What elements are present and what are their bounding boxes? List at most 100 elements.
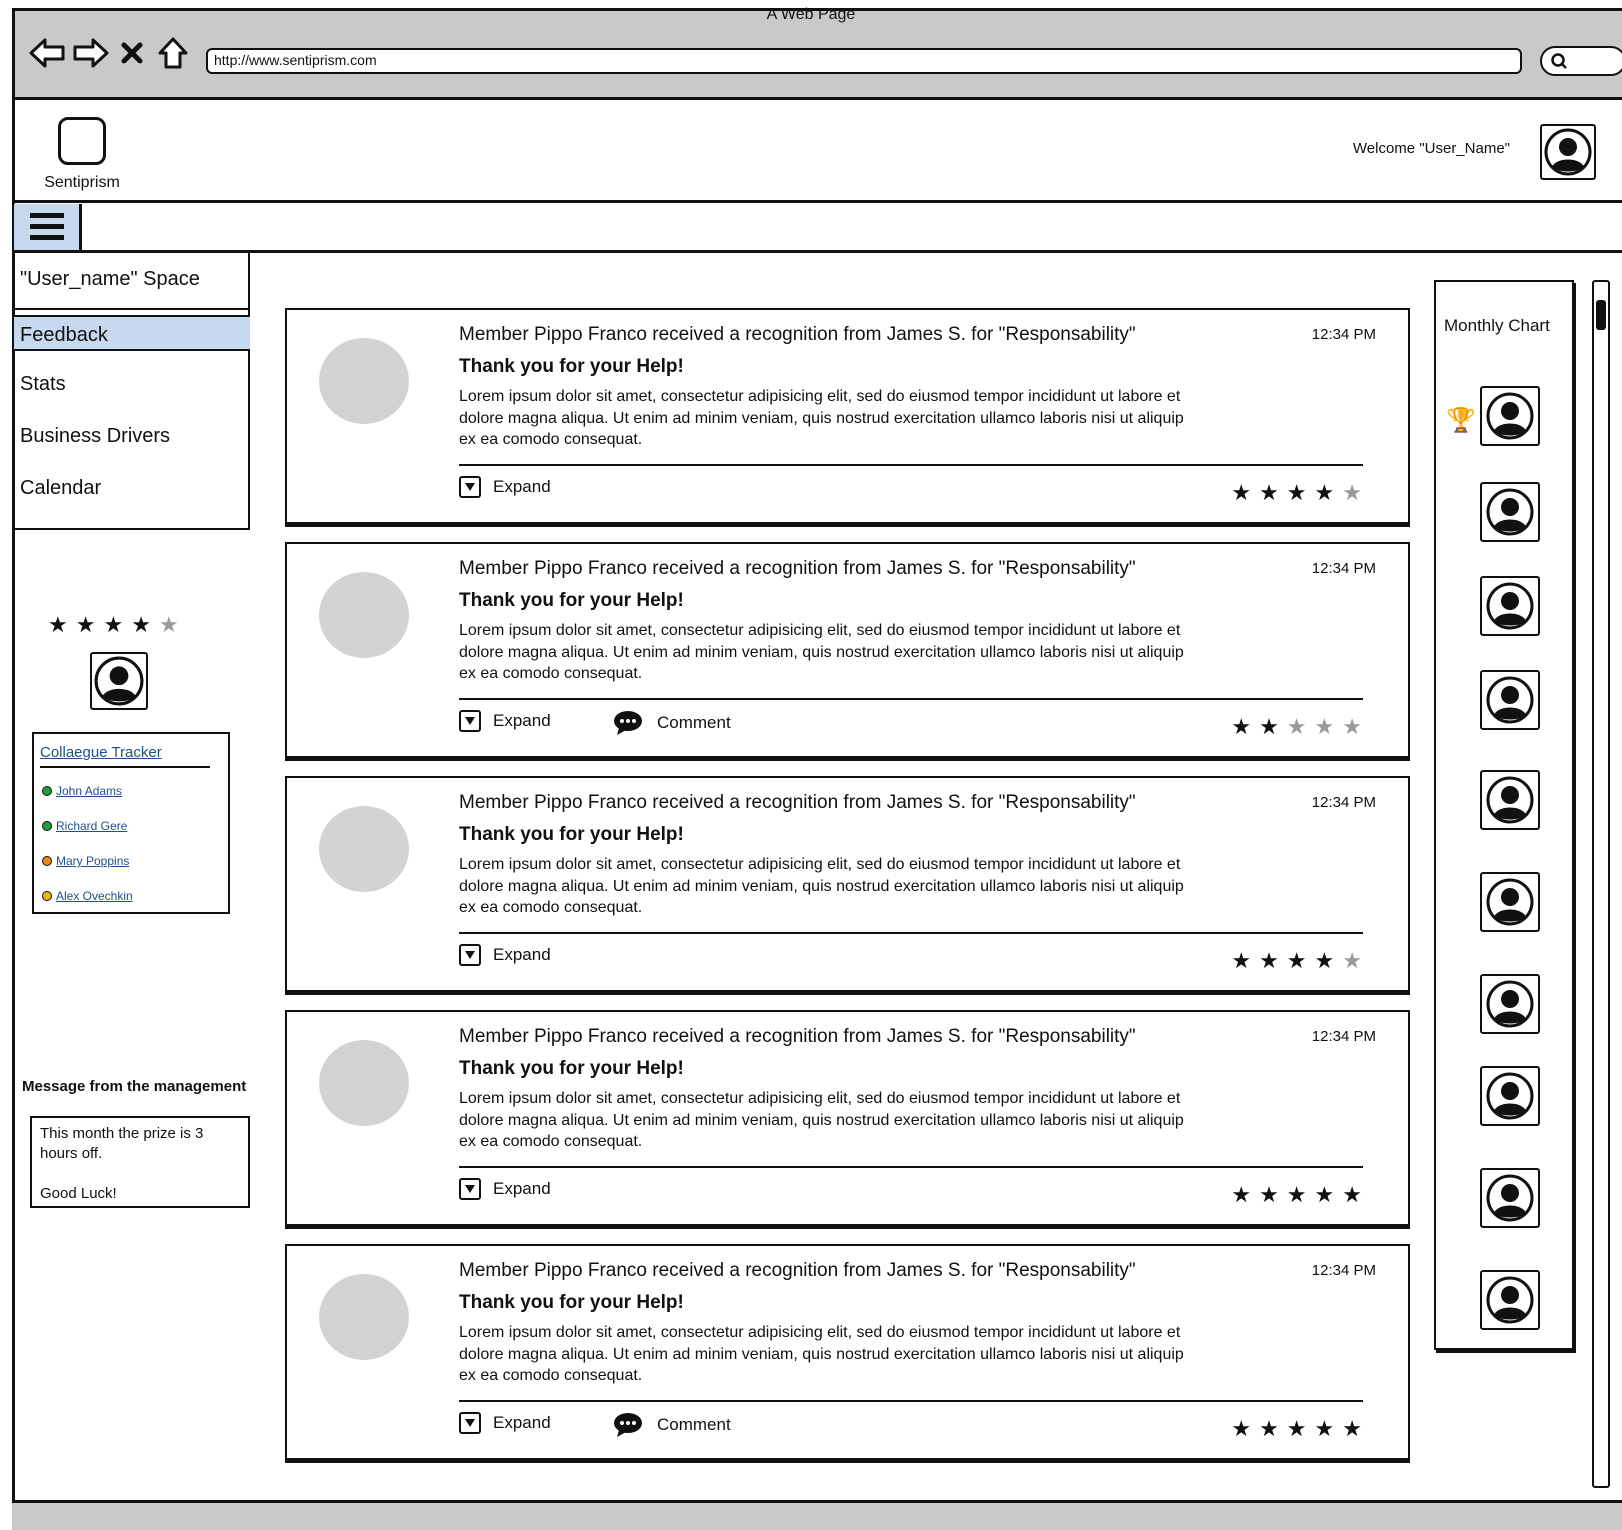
card-rating: ★ ★ ★ ★ ★ [1231, 1416, 1362, 1442]
tracker-divider [40, 766, 210, 768]
star-icon[interactable]: ★ [1342, 948, 1362, 974]
star-icon[interactable]: ★ [1231, 1416, 1251, 1442]
user-avatar-icon[interactable] [90, 652, 148, 710]
status-dot [42, 856, 52, 866]
colleague-item[interactable]: Mary Poppins [42, 854, 129, 868]
author-avatar [319, 806, 409, 892]
home-icon[interactable] [156, 36, 190, 70]
expand-button[interactable]: Expand [459, 1412, 551, 1434]
comment-icon [614, 1413, 642, 1437]
star-icon[interactable]: ★ [131, 612, 151, 638]
back-arrow-icon[interactable] [28, 36, 66, 70]
star-icon[interactable]: ★ [1342, 480, 1362, 506]
expand-button[interactable]: Expand [459, 476, 551, 498]
tracker-title[interactable]: Collaegue Tracker [40, 744, 162, 761]
user-avatar-icon[interactable] [1540, 124, 1596, 180]
star-icon[interactable]: ★ [1287, 1182, 1307, 1208]
ranking-avatar-icon[interactable] [1480, 1270, 1540, 1330]
card-body: Lorem ipsum dolor sit amet, consectetur … [459, 1090, 1184, 1150]
ranking-avatar-icon[interactable] [1480, 872, 1540, 932]
card-timestamp: 12:34 PM [1311, 1262, 1376, 1279]
ranking-avatar-icon[interactable] [1480, 770, 1540, 830]
star-icon[interactable]: ★ [1315, 1182, 1335, 1208]
card-subtitle: Thank you for your Help! [459, 590, 684, 611]
stop-icon[interactable] [118, 36, 146, 70]
sidebar-item-stats[interactable]: Stats [14, 366, 250, 402]
star-icon[interactable]: ★ [1259, 714, 1279, 740]
comment-button[interactable]: Comment [613, 1412, 731, 1438]
star-icon[interactable]: ★ [1259, 1416, 1279, 1442]
feed-card: Member Pippo Franco received a recogniti… [285, 1244, 1410, 1460]
sidebar-item-business-drivers[interactable]: Business Drivers [14, 418, 250, 454]
ranking-avatar-icon[interactable] [1480, 576, 1540, 636]
forward-arrow-icon[interactable] [72, 36, 110, 70]
ranking-avatar-icon[interactable] [1480, 1168, 1540, 1228]
sidebar-item-calendar[interactable]: Calendar [14, 470, 250, 506]
expand-button[interactable]: Expand [459, 710, 551, 732]
colleague-item[interactable]: Richard Gere [42, 819, 127, 833]
expand-button[interactable]: Expand [459, 944, 551, 966]
star-icon[interactable]: ★ [1315, 948, 1335, 974]
star-icon[interactable]: ★ [1342, 714, 1362, 740]
ranking-avatar-icon[interactable] [1480, 1066, 1540, 1126]
scrollbar[interactable] [1592, 280, 1610, 1488]
star-icon[interactable]: ★ [48, 612, 68, 638]
expand-button[interactable]: Expand [459, 1178, 551, 1200]
url-bar[interactable]: http://www.sentiprism.com [206, 48, 1522, 74]
star-icon[interactable]: ★ [1315, 480, 1335, 506]
colleague-name[interactable]: Mary Poppins [56, 854, 129, 868]
ranking-avatar-icon[interactable] [1480, 482, 1540, 542]
star-icon[interactable]: ★ [1231, 948, 1251, 974]
card-body: Lorem ipsum dolor sit amet, consectetur … [459, 622, 1184, 682]
expand-icon [459, 1412, 481, 1434]
card-rating: ★ ★ ★ ★ ★ [1231, 948, 1362, 974]
comment-button[interactable]: Comment [613, 710, 731, 736]
scroll-thumb[interactable] [1596, 300, 1606, 330]
colleague-name[interactable]: Richard Gere [56, 819, 127, 833]
star-icon[interactable]: ★ [1342, 1416, 1362, 1442]
management-message: This month the prize is 3 hours off. Goo… [30, 1116, 250, 1208]
star-icon[interactable]: ★ [1287, 1416, 1307, 1442]
colleague-name[interactable]: Alex Ovechkin [56, 889, 133, 903]
colleague-item[interactable]: John Adams [42, 784, 122, 798]
star-icon[interactable]: ★ [1315, 714, 1335, 740]
card-timestamp: 12:34 PM [1311, 560, 1376, 577]
colleague-name[interactable]: John Adams [56, 784, 122, 798]
card-headline: Member Pippo Franco received a recogniti… [459, 1026, 1136, 1047]
colleague-item[interactable]: Alex Ovechkin [42, 889, 133, 903]
expand-label: Expand [493, 477, 551, 496]
card-subtitle: Thank you for your Help! [459, 356, 684, 377]
star-icon[interactable]: ★ [1259, 1182, 1279, 1208]
star-icon[interactable]: ★ [159, 612, 179, 638]
browser-search-field[interactable] [1540, 46, 1622, 76]
star-icon[interactable]: ★ [1259, 480, 1279, 506]
ranking-avatar-icon[interactable] [1480, 386, 1540, 446]
sidebar-title: "User_name" Space [14, 260, 250, 310]
ranking-avatar-icon[interactable] [1480, 670, 1540, 730]
monthly-chart-panel: Monthly Chart 🏆 [1434, 280, 1574, 1350]
menubar-divider [12, 250, 1622, 253]
logo-icon [58, 117, 106, 165]
ranking-avatar-icon[interactable] [1480, 974, 1540, 1034]
expand-icon [459, 476, 481, 498]
author-avatar [319, 1040, 409, 1126]
star-icon[interactable]: ★ [1259, 948, 1279, 974]
card-rating: ★ ★ ★ ★ ★ [1231, 714, 1362, 740]
star-icon[interactable]: ★ [76, 612, 96, 638]
card-timestamp: 12:34 PM [1311, 794, 1376, 811]
star-icon[interactable]: ★ [1315, 1416, 1335, 1442]
feed-card: Member Pippo Franco received a recogniti… [285, 542, 1410, 758]
status-bar [12, 1500, 1622, 1530]
star-icon[interactable]: ★ [1287, 714, 1307, 740]
star-icon[interactable]: ★ [1287, 948, 1307, 974]
star-icon[interactable]: ★ [1342, 1182, 1362, 1208]
star-icon[interactable]: ★ [1231, 714, 1251, 740]
expand-label: Expand [493, 1413, 551, 1432]
star-icon[interactable]: ★ [1231, 1182, 1251, 1208]
star-icon[interactable]: ★ [1287, 480, 1307, 506]
hamburger-menu-button[interactable] [14, 204, 82, 250]
search-icon [1551, 53, 1567, 69]
star-icon[interactable]: ★ [1231, 480, 1251, 506]
star-icon[interactable]: ★ [103, 612, 123, 638]
sidebar-item-feedback[interactable]: Feedback [14, 315, 250, 351]
